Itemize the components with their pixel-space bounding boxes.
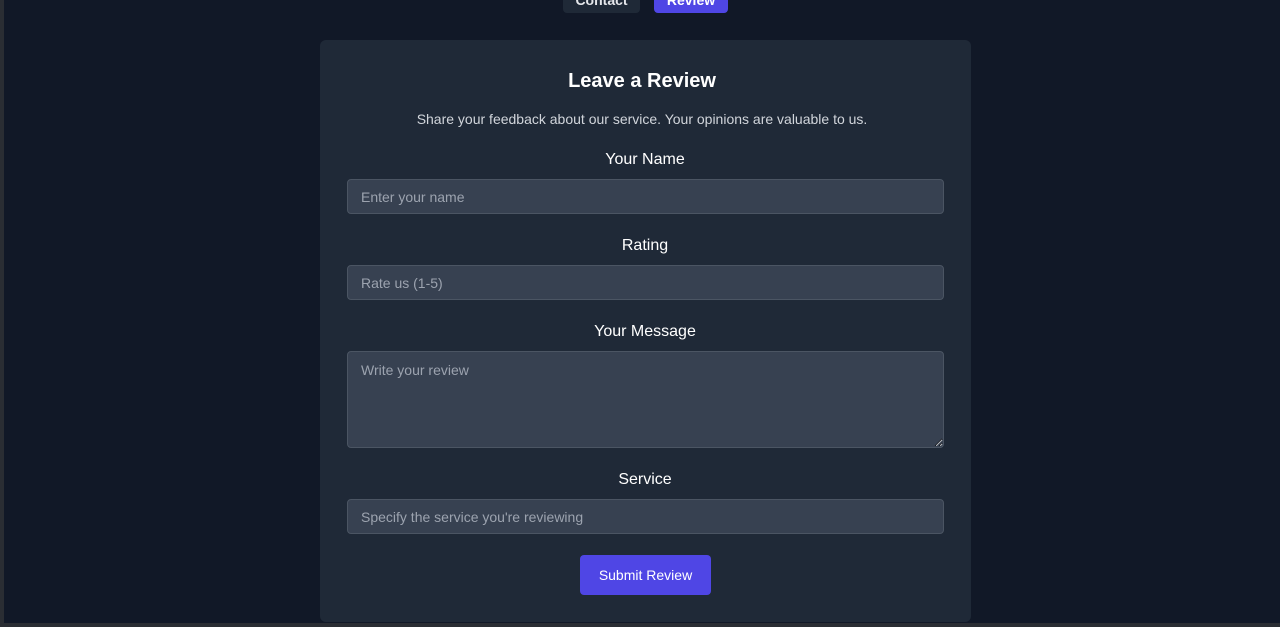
message-textarea[interactable] xyxy=(347,351,944,448)
service-label: Service xyxy=(618,471,672,488)
form-subtitle: Share your feedback about our service. Y… xyxy=(416,111,868,127)
submit-review-button[interactable]: Submit Review xyxy=(580,555,711,595)
name-label: Your Name xyxy=(605,151,685,168)
nav-contact-button[interactable]: Contact xyxy=(563,0,640,13)
name-input[interactable] xyxy=(347,179,944,214)
rating-label: Rating xyxy=(621,237,669,254)
rating-input[interactable] xyxy=(347,265,944,300)
message-label: Your Message xyxy=(594,323,696,340)
page: Contact Review Leave a Review Share your… xyxy=(4,0,1280,623)
nav-review-button[interactable]: Review xyxy=(654,0,728,13)
service-input[interactable] xyxy=(347,499,944,534)
form-title: Leave a Review xyxy=(568,70,716,92)
